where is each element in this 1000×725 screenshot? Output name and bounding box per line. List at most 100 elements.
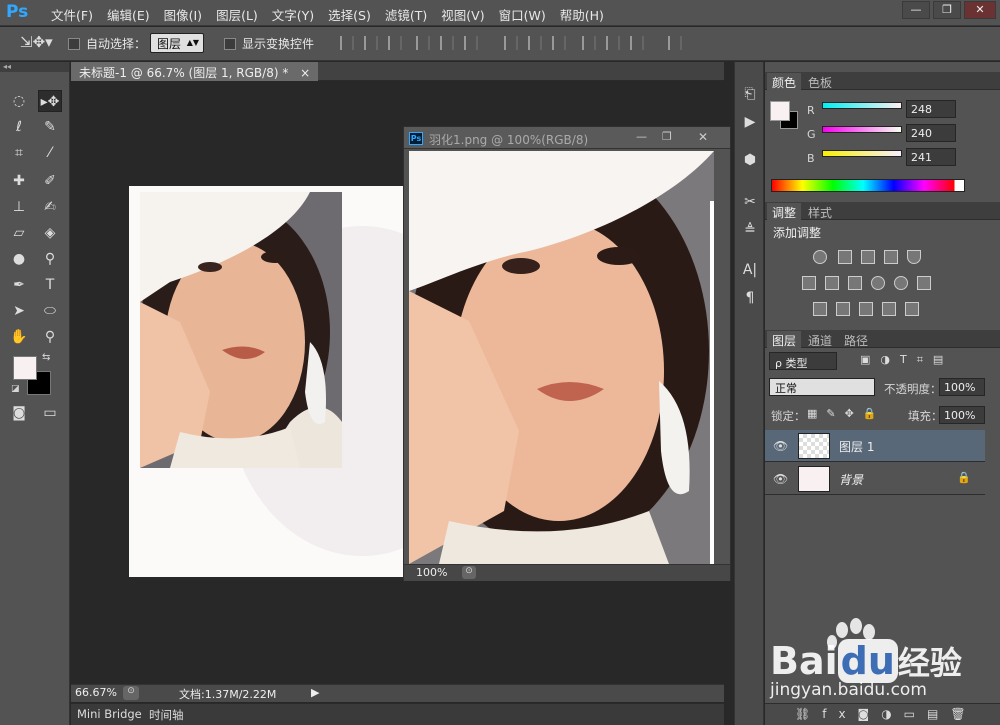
- tab-layers[interactable]: 图层: [767, 331, 802, 348]
- layer-row-layer1[interactable]: 👁 图层 1: [765, 430, 985, 462]
- eyedropper-tool-icon[interactable]: ⁄: [38, 142, 62, 164]
- levels-icon[interactable]: [838, 250, 852, 264]
- shape-tool-icon[interactable]: ⬭: [38, 300, 62, 322]
- selective-color-icon[interactable]: [882, 302, 896, 316]
- zoom-tool-icon[interactable]: ⚲: [38, 326, 62, 348]
- distribute-bottom-icon[interactable]: [552, 36, 566, 50]
- blur-tool-icon[interactable]: ●: [7, 248, 31, 270]
- auto-select-check[interactable]: [68, 38, 80, 50]
- 3d-panel-icon[interactable]: ⬢: [740, 150, 760, 170]
- paragraph-panel-icon[interactable]: ¶: [740, 288, 760, 308]
- menu-select[interactable]: 选择(S): [321, 5, 378, 24]
- close-button[interactable]: ✕: [964, 1, 996, 19]
- default-colors-icon[interactable]: ◪: [11, 384, 20, 394]
- brush-tool-icon[interactable]: ✐: [38, 170, 62, 192]
- status-menu-icon[interactable]: ⊙: [123, 686, 139, 700]
- close-tab-icon[interactable]: ×: [300, 66, 310, 80]
- b-slider[interactable]: [822, 150, 902, 157]
- path-selection-tool-icon[interactable]: ➤: [7, 300, 31, 322]
- menu-edit[interactable]: 编辑(E): [100, 5, 157, 24]
- invert-icon[interactable]: [813, 302, 827, 316]
- menu-layer[interactable]: 图层(L): [209, 5, 265, 24]
- floating-window-image[interactable]: [409, 151, 714, 564]
- opacity-field[interactable]: 100%: [939, 378, 985, 396]
- distribute-right-icon[interactable]: [630, 36, 644, 50]
- menu-type[interactable]: 文字(Y): [265, 5, 321, 24]
- type-tool-icon[interactable]: T: [38, 274, 62, 296]
- auto-align-icon[interactable]: [668, 36, 682, 50]
- align-bottom-icon[interactable]: [388, 36, 402, 50]
- tab-adjustments[interactable]: 调整: [767, 203, 802, 220]
- layer-filter-icons[interactable]: ▣◑T⌗▤: [860, 353, 953, 367]
- color-panel-foreground[interactable]: [770, 101, 790, 121]
- color-lookup-icon[interactable]: [917, 276, 931, 290]
- document-tab[interactable]: 未标题-1 @ 66.7% (图层 1, RGB/8) * ×: [71, 62, 319, 81]
- distribute-left-icon[interactable]: [582, 36, 596, 50]
- g-value[interactable]: 240: [906, 124, 956, 142]
- fw-minimize-button[interactable]: —: [636, 130, 647, 143]
- fw-close-button[interactable]: ✕: [698, 130, 708, 144]
- color-balance-icon[interactable]: [825, 276, 839, 290]
- tab-swatches[interactable]: 色板: [803, 73, 837, 90]
- hue-saturation-icon[interactable]: [802, 276, 816, 290]
- blend-mode-dropdown[interactable]: 正常: [769, 378, 875, 396]
- b-value[interactable]: 241: [906, 148, 956, 166]
- character-panel-icon[interactable]: A|: [740, 260, 760, 280]
- brightness-icon[interactable]: [813, 250, 827, 264]
- crop-tool-icon[interactable]: ⌗: [7, 142, 31, 164]
- align-top-icon[interactable]: [340, 36, 354, 50]
- history-panel-icon[interactable]: ⎗: [740, 84, 760, 104]
- posterize-icon[interactable]: [836, 302, 850, 316]
- visibility-eye-icon[interactable]: 👁: [773, 472, 788, 486]
- swap-colors-icon[interactable]: ⇆: [42, 352, 50, 363]
- history-brush-tool-icon[interactable]: ✍: [38, 196, 62, 218]
- brush-panel-icon[interactable]: ✂: [740, 192, 760, 212]
- align-vcenter-icon[interactable]: [364, 36, 378, 50]
- tab-channels[interactable]: 通道: [803, 331, 837, 348]
- portrait-image-layer[interactable]: [140, 192, 342, 468]
- status-info-icon[interactable]: ⊙: [462, 566, 476, 579]
- gradient-map-icon[interactable]: [905, 302, 919, 316]
- tab-paths[interactable]: 路径: [839, 331, 873, 348]
- floating-document-window[interactable]: Ps 羽化1.png @ 100%(RGB/8) — ❐ ✕ 100% ⊙: [403, 126, 731, 581]
- dodge-tool-icon[interactable]: ⚲: [38, 248, 62, 270]
- foreground-color-swatch[interactable]: [13, 356, 37, 380]
- r-value[interactable]: 248: [906, 100, 956, 118]
- curves-icon[interactable]: [861, 250, 875, 264]
- hand-tool-icon[interactable]: ✋: [7, 326, 31, 348]
- menu-help[interactable]: 帮助(H): [553, 5, 611, 24]
- vibrance-icon[interactable]: [907, 250, 921, 264]
- distribute-hcenter-icon[interactable]: [606, 36, 620, 50]
- move-tool-icon[interactable]: ⇲✥▾: [20, 33, 53, 51]
- fw-restore-button[interactable]: ❐: [662, 130, 672, 143]
- align-left-icon[interactable]: [416, 36, 430, 50]
- black-white-icon[interactable]: [848, 276, 862, 290]
- threshold-icon[interactable]: [859, 302, 873, 316]
- paint-bucket-tool-icon[interactable]: ◈: [38, 222, 62, 244]
- clone-stamp-tool-icon[interactable]: ⊥: [7, 196, 31, 218]
- align-hcenter-icon[interactable]: [440, 36, 454, 50]
- document-canvas[interactable]: [129, 186, 419, 577]
- clone-source-panel-icon[interactable]: ≜: [740, 220, 760, 240]
- tab-timeline[interactable]: 时间轴: [149, 707, 184, 723]
- exposure-icon[interactable]: [884, 250, 898, 264]
- photo-filter-icon[interactable]: [871, 276, 885, 290]
- lock-icons[interactable]: ▦✎✥🔒: [807, 407, 886, 420]
- g-slider[interactable]: [822, 126, 902, 133]
- healing-brush-tool-icon[interactable]: ✚: [7, 170, 31, 192]
- layers-bottom-buttons[interactable]: ⛓fx◙◑▭▤🗑: [765, 703, 1000, 725]
- align-right-icon[interactable]: [464, 36, 478, 50]
- quick-select-tool-icon[interactable]: ✎: [38, 116, 62, 138]
- auto-select-dropdown[interactable]: 图层 ▲▼: [150, 33, 204, 53]
- distribute-top-icon[interactable]: [504, 36, 518, 50]
- menu-file[interactable]: 文件(F): [44, 5, 100, 24]
- menu-window[interactable]: 窗口(W): [492, 5, 553, 24]
- show-transform-checkbox[interactable]: 显示变换控件: [224, 35, 314, 52]
- floating-window-zoom[interactable]: 100%: [416, 566, 447, 579]
- move-tool-button-icon[interactable]: ▸✥: [38, 90, 62, 112]
- show-transform-check[interactable]: [224, 38, 236, 50]
- quick-mask-icon[interactable]: ◙: [7, 402, 31, 424]
- status-arrow-icon[interactable]: ▶: [311, 686, 319, 699]
- channel-mixer-icon[interactable]: [894, 276, 908, 290]
- minimize-button[interactable]: —: [902, 1, 930, 19]
